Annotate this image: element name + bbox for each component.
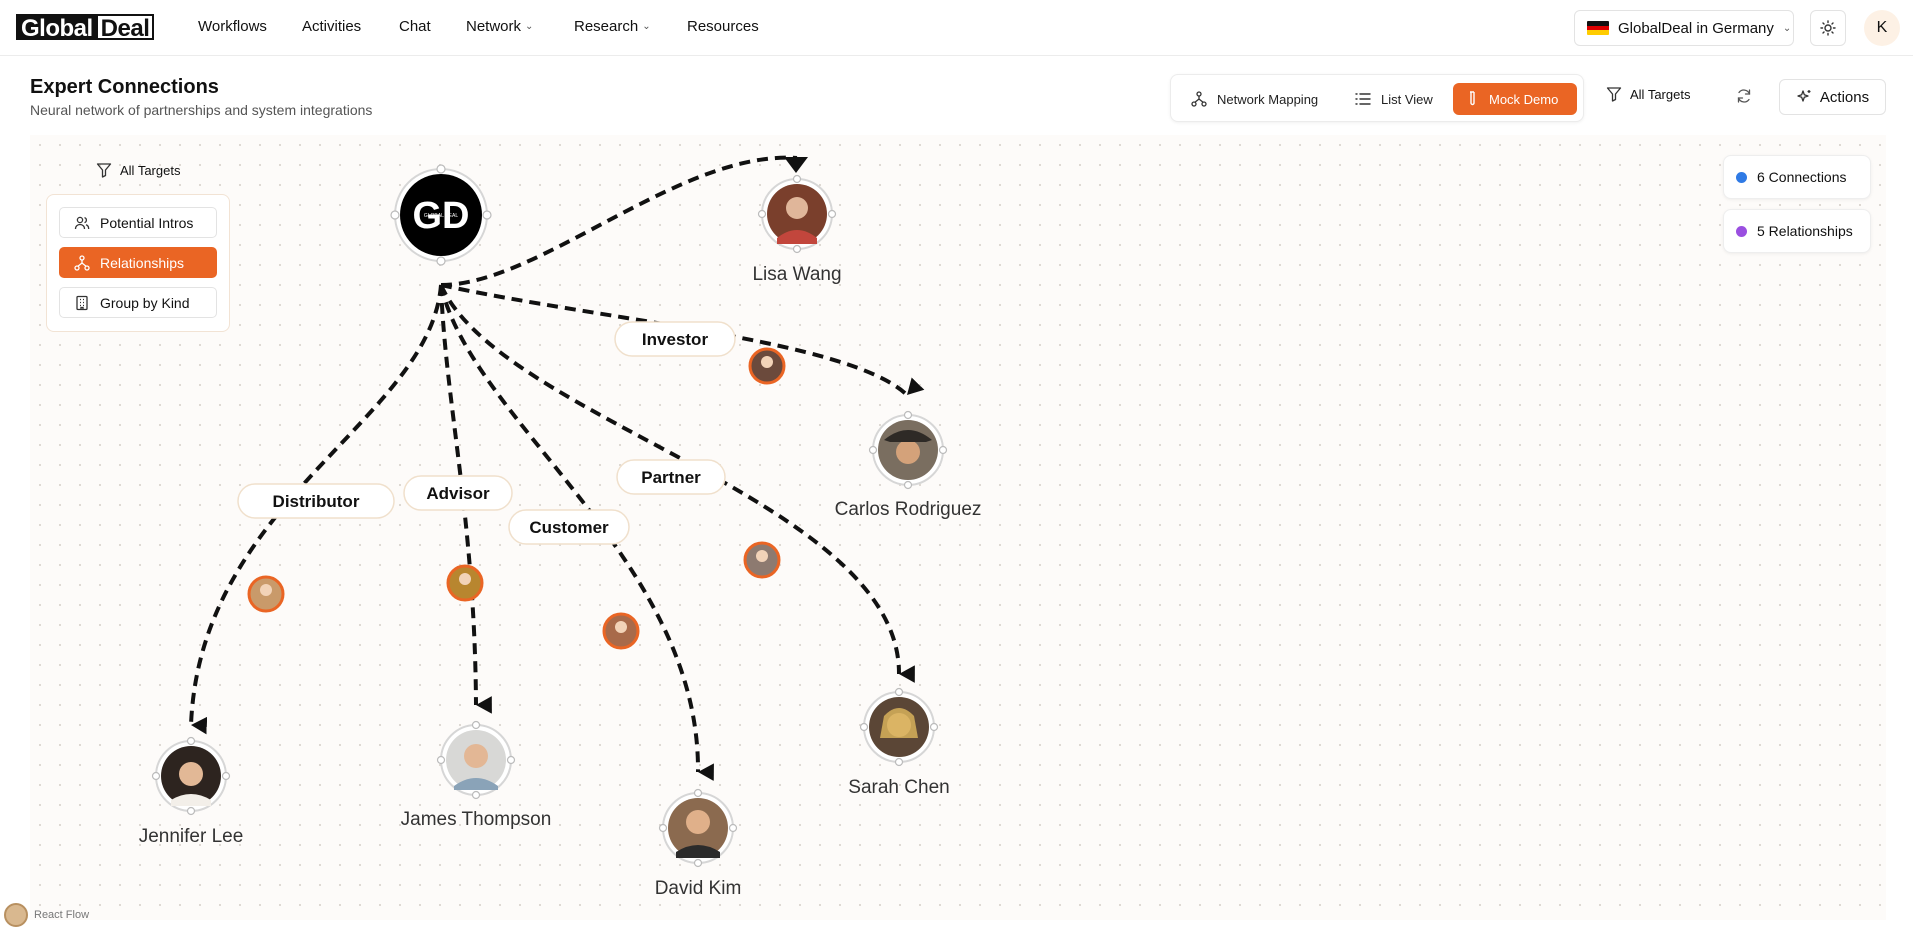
filter-label: All Targets [120, 162, 181, 178]
react-flow-attribution[interactable]: React Flow [0, 898, 89, 931]
edge-label-advisor[interactable]: Advisor [403, 475, 513, 511]
edge-label-distributor[interactable]: Distributor [237, 483, 395, 519]
relationships-stat: 5 Relationships [1723, 209, 1871, 253]
person-node-lisa-wang[interactable]: Lisa Wang [752, 174, 842, 286]
group-by-kind-label: Group by Kind [100, 294, 190, 311]
person-node-sarah-chen[interactable]: Sarah Chen [848, 687, 950, 799]
connections-count: 6 Connections [1757, 169, 1847, 185]
relationships-count: 5 Relationships [1757, 223, 1853, 239]
potential-intros-button[interactable]: Potential Intros [59, 207, 217, 238]
edge-label-customer[interactable]: Customer [508, 509, 630, 545]
person-node-david-kim[interactable]: David Kim [655, 788, 742, 900]
building-icon [76, 295, 88, 310]
edge-label-text: Advisor [426, 484, 490, 503]
person-node-jennifer-lee[interactable]: Jennifer Lee [139, 736, 244, 848]
edge-label-investor[interactable]: Investor [614, 321, 736, 357]
hub-logo-subtext: GLOBAL DEAL [424, 213, 458, 219]
person-node-carlos-rodriguez[interactable]: Carlos Rodriguez [835, 410, 982, 521]
globaldeal-hub-node[interactable]: GD GLOBAL DEAL [390, 164, 492, 266]
edge-label-text: Distributor [273, 492, 360, 511]
relationships-label: Relationships [100, 254, 185, 271]
edge-label-text: Partner [641, 468, 701, 487]
graph-mode-panel: Potential Intros Relationships Group by … [46, 194, 230, 332]
edge-lisa-wang[interactable] [440, 155, 798, 287]
person-name: James Thompson [401, 809, 552, 830]
cookie-icon[interactable] [4, 902, 28, 927]
edge-label-text: Investor [642, 330, 709, 349]
potential-intros-label: Potential Intros [100, 214, 194, 231]
filter-icon [96, 163, 112, 178]
person-name: Jennifer Lee [139, 826, 244, 847]
attribution-label: React Flow [34, 908, 90, 921]
users-icon [74, 216, 90, 229]
edge-label-partner[interactable]: Partner [616, 459, 726, 495]
blue-dot-icon [1736, 171, 1747, 183]
group-by-kind-button[interactable]: Group by Kind [59, 287, 217, 318]
purple-dot-icon [1736, 225, 1747, 237]
network-icon [74, 254, 90, 271]
person-node-james-thompson[interactable]: James Thompson [401, 720, 552, 831]
person-name: Carlos Rodriguez [835, 499, 982, 520]
edge-label-text: Customer [529, 518, 609, 537]
relationship-graph: Investor Distributor Advisor Customer Pa… [139, 155, 982, 900]
person-name: Lisa Wang [752, 264, 841, 285]
person-name: David Kim [655, 878, 742, 899]
relationships-button[interactable]: Relationships [59, 247, 217, 278]
arrow-head [784, 157, 808, 173]
connections-stat: 6 Connections [1723, 155, 1871, 199]
person-name: Sarah Chen [848, 777, 949, 798]
panel-all-targets-filter[interactable]: All Targets [96, 162, 180, 178]
